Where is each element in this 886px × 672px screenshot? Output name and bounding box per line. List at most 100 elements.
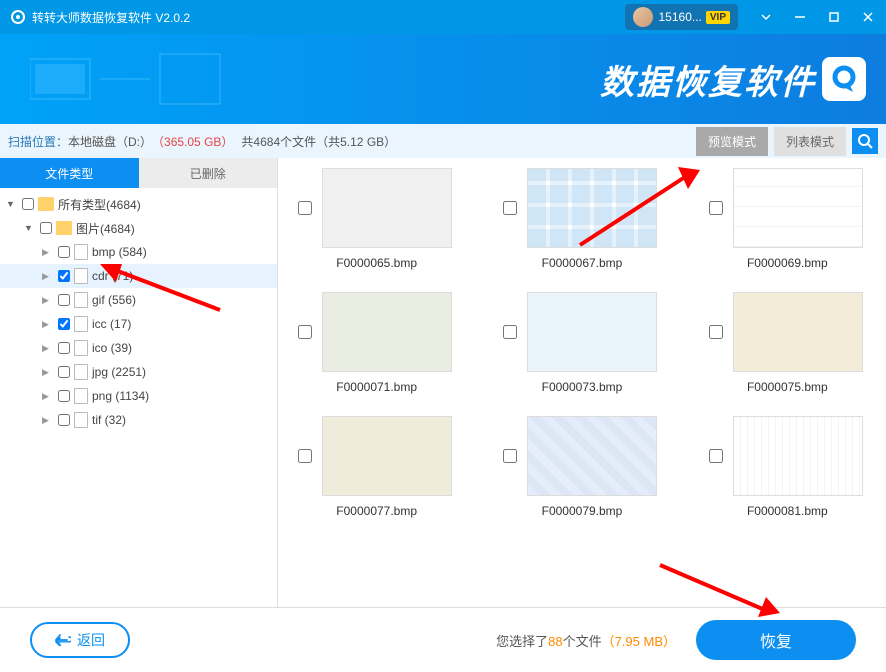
tree-checkbox[interactable] [58,294,70,306]
thumbnail-image[interactable] [527,416,657,496]
tree-checkbox[interactable] [40,222,52,234]
thumbnail-image[interactable] [527,168,657,248]
folder-icon [56,221,72,235]
drive-name: 本地磁盘（D:） [68,133,152,150]
tree-row[interactable]: ▼ 图片(4684) [0,216,277,240]
caret-right-icon[interactable]: ▶ [42,271,54,282]
window-controls [758,9,876,25]
caret-right-icon[interactable]: ▶ [42,247,54,258]
thumbnail-checkbox[interactable] [503,201,517,215]
tab-file-type[interactable]: 文件类型 [0,158,139,188]
app-title: 转转大师数据恢复软件 V2.0.2 [32,9,625,26]
thumbnail-image[interactable] [733,416,863,496]
file-icon [74,292,88,308]
back-label: 返回 [77,630,105,650]
tree-checkbox[interactable] [58,342,70,354]
banner-headline: 数据恢复软件 [600,55,816,104]
tree-checkbox[interactable] [58,366,70,378]
banner: 数据恢复软件 [0,34,886,124]
pathbar: 扫描位置： 本地磁盘（D:） （365.05 GB） 共4684个文件 （共5.… [0,124,886,158]
caret-right-icon[interactable]: ▶ [42,391,54,402]
tree-row[interactable]: ▶bmp (584) [0,240,277,264]
tree-checkbox[interactable] [58,390,70,402]
maximize-icon[interactable] [826,9,842,25]
caret-right-icon[interactable]: ▶ [42,343,54,354]
back-icon [55,634,71,646]
recover-button[interactable]: 恢复 [696,620,856,660]
tree-row[interactable]: ▶ gif (556) [0,288,277,312]
tree-row[interactable]: ▶ png (1134) [0,384,277,408]
scan-location-label: 扫描位置： [8,133,68,150]
selection-info: 您选择了88个文件（7.95 MB） [496,631,676,650]
thumbnail-checkbox[interactable] [298,325,312,339]
tree-row[interactable]: ▼所有类型(4684) [0,192,277,216]
thumbnail-filename: F0000079.bmp [503,496,660,534]
tree-row[interactable]: ▶ cdr (71) [0,264,277,288]
thumbnail-filename: F0000071.bmp [298,372,455,410]
tree-checkbox[interactable] [22,198,34,210]
thumbnail-checkbox[interactable] [709,449,723,463]
preview-mode-button[interactable]: 预览模式 [696,127,768,156]
caret-right-icon[interactable]: ▶ [42,295,54,306]
file-icon [74,412,88,428]
dropdown-icon[interactable] [758,9,774,25]
minimize-icon[interactable] [792,9,808,25]
thumbnail-image[interactable] [322,416,452,496]
content: 文件类型 已删除 ▼所有类型(4684)▼图片(4684)▶bmp (584)▶… [0,158,886,608]
close-icon[interactable] [860,9,876,25]
thumbnail-checkbox[interactable] [503,325,517,339]
thumbnail-image[interactable] [527,292,657,372]
sidebar: 文件类型 已删除 ▼所有类型(4684)▼图片(4684)▶bmp (584)▶… [0,158,278,607]
file-count: 共4684个文件 [241,133,316,150]
tree-label: ico (39) [92,341,132,355]
file-icon [74,340,88,356]
thumbnail-cell: F0000079.bmp [503,416,660,534]
thumbnail-checkbox[interactable] [709,201,723,215]
sidebar-tabs: 文件类型 已删除 [0,158,277,188]
file-icon [74,268,88,284]
tree-label: 图片(4684) [76,220,135,237]
thumbnail-filename: F0000077.bmp [298,496,455,534]
thumbnail-cell: F0000075.bmp [709,292,866,410]
tree-label: gif (556) [92,293,136,307]
selection-size: （7.95 MB） [602,634,676,649]
thumbnail-checkbox[interactable] [298,201,312,215]
avatar [633,7,653,27]
tree-label: png (1134) [92,389,149,403]
thumbnail-image[interactable] [322,168,452,248]
tree-row[interactable]: ▶jpg (2251) [0,360,277,384]
tree-checkbox[interactable] [58,318,70,330]
caret-down-icon[interactable]: ▼ [24,223,36,233]
banner-logo [822,57,866,101]
thumbnail-checkbox[interactable] [298,449,312,463]
thumbnail-filename: F0000067.bmp [503,248,660,286]
thumbnail-image[interactable] [733,168,863,248]
tree-checkbox[interactable] [58,414,70,426]
thumbnail-checkbox[interactable] [709,325,723,339]
thumbnail-image[interactable] [733,292,863,372]
caret-right-icon[interactable]: ▶ [42,415,54,426]
user-id: 15160... [659,10,702,24]
banner-deco [30,49,230,109]
titlebar: 转转大师数据恢复软件 V2.0.2 15160... VIP [0,0,886,34]
tree-checkbox[interactable] [58,270,70,282]
thumbnail-checkbox[interactable] [503,449,517,463]
search-button[interactable] [852,128,878,154]
list-mode-button[interactable]: 列表模式 [774,127,846,156]
thumbnail-filename: F0000065.bmp [298,248,455,286]
caret-down-icon[interactable]: ▼ [6,199,18,209]
tree-label: tif (32) [92,413,126,427]
thumbnail-cell: F0000065.bmp [298,168,455,286]
caret-right-icon[interactable]: ▶ [42,319,54,330]
selection-count: 88 [548,634,562,649]
thumbnail-image[interactable] [322,292,452,372]
tree-checkbox[interactable] [58,246,70,258]
tree-row[interactable]: ▶ tif (32) [0,408,277,432]
back-button[interactable]: 返回 [30,622,130,658]
user-badge[interactable]: 15160... VIP [625,4,739,30]
caret-right-icon[interactable]: ▶ [42,367,54,378]
tree-label: cdr (71) [92,269,133,283]
tree-row[interactable]: ▶icc (17) [0,312,277,336]
tab-deleted[interactable]: 已删除 [139,158,278,188]
tree-row[interactable]: ▶ ico (39) [0,336,277,360]
